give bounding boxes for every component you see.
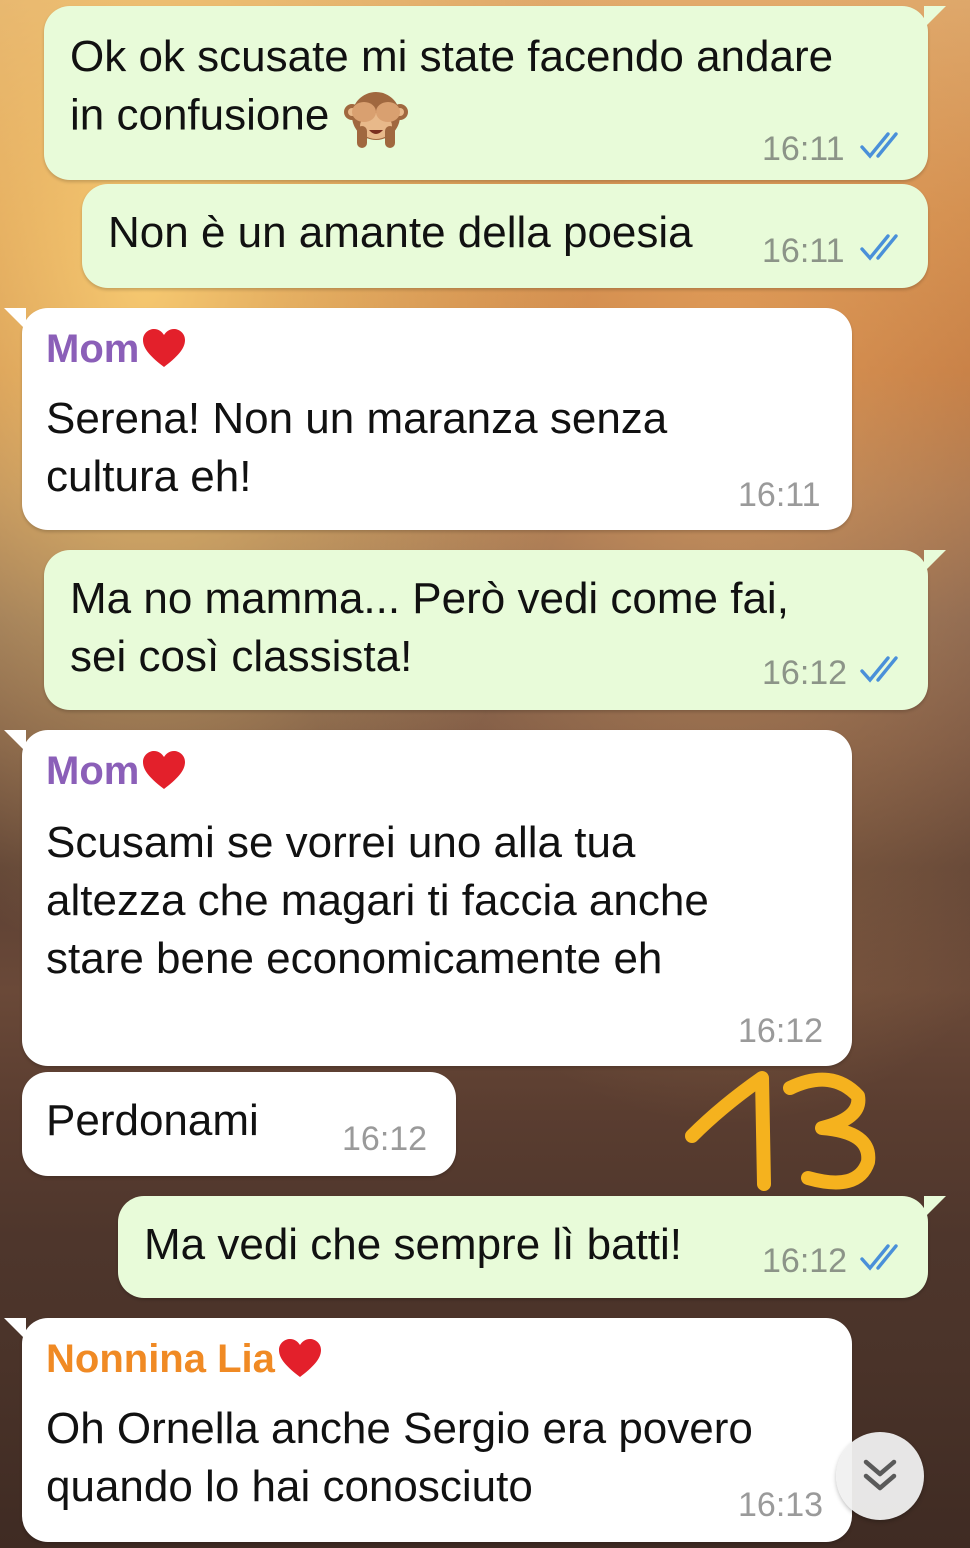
message-text: Oh Ornella anche Sergio era povero quand… xyxy=(46,1404,753,1511)
read-receipt-icon xyxy=(860,656,898,683)
message-bubble-outgoing[interactable]: Ma vedi che sempre lì batti! 16:12 xyxy=(118,1196,946,1298)
message-time: 16:11 xyxy=(762,232,845,270)
read-receipt-icon xyxy=(860,1244,898,1271)
red-heart-icon xyxy=(143,751,186,789)
sender-name: Mom xyxy=(46,324,187,374)
message-time: 16:12 xyxy=(342,1120,428,1158)
message-bubble-incoming[interactable]: Nonnina Lia Oh Ornella anche Sergio era … xyxy=(4,1318,852,1542)
message-time: 16:13 xyxy=(738,1486,824,1524)
message-time: 16:12 xyxy=(762,1242,848,1280)
read-receipt-icon xyxy=(860,234,898,261)
message-time: 16:12 xyxy=(738,1012,824,1050)
red-heart-icon xyxy=(278,1339,321,1377)
see-no-evil-monkey-icon xyxy=(344,92,409,148)
handwritten-annotation-13 xyxy=(685,1071,876,1191)
message-time: 16:11 xyxy=(738,476,821,514)
red-heart-icon xyxy=(143,329,186,367)
scroll-to-bottom-button[interactable] xyxy=(836,1432,924,1520)
sender-name: Nonnina Lia xyxy=(46,1334,323,1384)
double-chevron-down-icon xyxy=(863,1459,897,1491)
message-bubble-outgoing[interactable]: Ok ok scusate mi state facendo andare in… xyxy=(44,6,946,180)
message-text: Scusami se vorrei uno alla tua altezza c… xyxy=(46,818,709,983)
message-time: 16:11 xyxy=(762,130,845,168)
message-bubble-incoming[interactable]: Mom Scusami se vorrei uno alla tua altez… xyxy=(4,730,852,1066)
read-receipt-icon xyxy=(860,132,898,159)
sender-name: Mom xyxy=(46,746,187,796)
message-bubble-incoming[interactable]: Mom Serena! Non un maranza senza cultura… xyxy=(4,308,852,530)
chat-area[interactable]: Ok ok scusate mi state facendo andare in… xyxy=(0,0,970,1548)
message-text: Serena! Non un maranza senza cultura eh! xyxy=(46,394,668,501)
message-time: 16:12 xyxy=(762,654,848,692)
message-bubble-incoming[interactable]: Perdonami 16:12 xyxy=(22,1072,456,1176)
message-bubble-outgoing[interactable]: Ma no mamma... Però vedi come fai, sei c… xyxy=(44,550,946,710)
message-bubble-outgoing[interactable]: Non è un amante della poesia 16:11 xyxy=(82,184,928,288)
